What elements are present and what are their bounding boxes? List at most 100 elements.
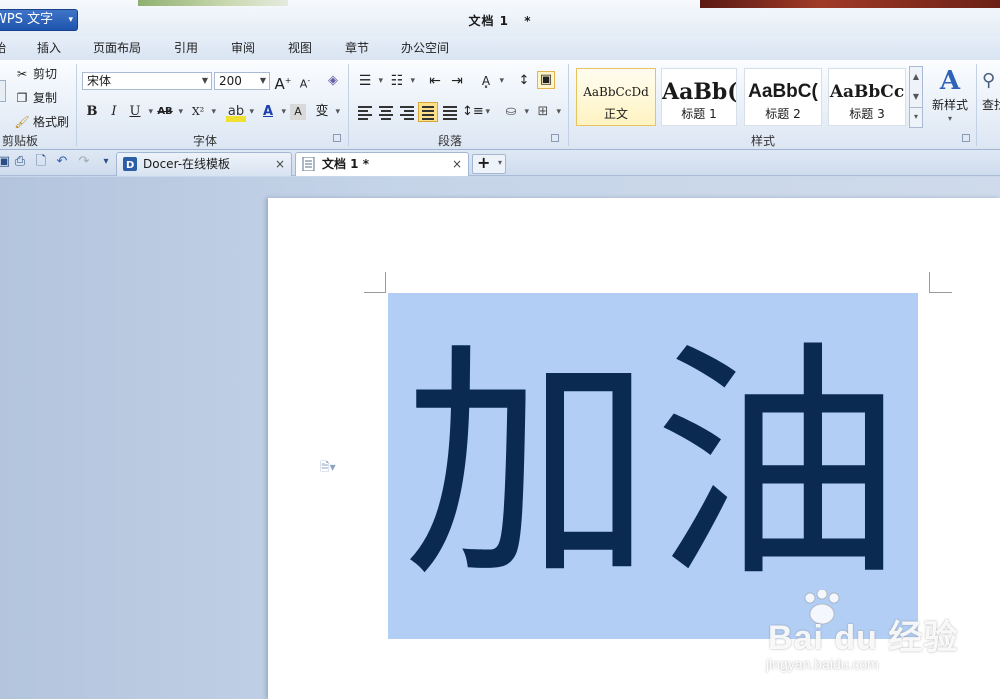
document-icon — [302, 157, 315, 171]
font-color-button[interactable]: A — [258, 102, 286, 122]
bold-button[interactable]: B — [82, 102, 102, 122]
redo-icon[interactable]: ↷ — [76, 154, 92, 170]
styles-dialog-launcher-icon[interactable] — [962, 134, 970, 142]
clipboard-group-label: 剪贴板 — [1, 134, 38, 148]
find-button[interactable]: ⚲ 查找 — [982, 66, 1000, 130]
superscript-button[interactable]: X² — [188, 102, 216, 122]
strikethrough-button[interactable]: AB — [155, 102, 183, 122]
docer-icon: D — [123, 157, 137, 171]
print-icon[interactable]: ⎙ — [12, 154, 28, 170]
tab-insert[interactable]: 插入 — [37, 39, 61, 57]
chevron-down-icon: ▼ — [201, 76, 209, 85]
find-label: 查找 — [982, 98, 1000, 112]
font-size-combo[interactable]: 200 ▼ — [214, 72, 270, 90]
paragraph-dialog-launcher-icon[interactable] — [551, 134, 559, 142]
chevron-up-icon[interactable]: ▲ — [910, 67, 922, 87]
line-spacing-icon[interactable]: ↕≡ — [462, 102, 490, 122]
style-sample: AaBbCcDd — [583, 85, 649, 99]
new-style-button[interactable]: A 新样式 ▾ — [928, 66, 972, 130]
show-marks-icon[interactable]: ▣ — [537, 71, 555, 89]
desktop-background-strip — [700, 0, 1000, 8]
font-name-value: 宋体 — [87, 74, 112, 88]
crop-mark — [930, 292, 952, 293]
tab-section[interactable]: 章节 — [345, 39, 369, 57]
tab-home[interactable]: 始 — [0, 39, 6, 57]
quick-access-toolbar: ▣ ⎙ 🗋 ↶ ↷ ▾ D Docer-在线模板 × 文档 1 * × + ▾ — [0, 150, 1000, 176]
italic-button[interactable]: I — [104, 102, 124, 122]
customize-toolbar-icon[interactable]: ▾ — [98, 154, 114, 170]
text-direction-icon[interactable]: A͓ — [476, 71, 504, 91]
font-group-label: 字体 — [192, 134, 217, 148]
print-preview-icon[interactable]: 🗋 — [33, 154, 49, 170]
plus-icon: + — [477, 153, 491, 172]
close-icon[interactable]: × — [275, 153, 285, 175]
phonetic-guide-button[interactable]: 变 — [312, 102, 340, 122]
new-tab-button[interactable]: + ▾ — [472, 153, 506, 174]
highlight-button[interactable]: ab — [226, 102, 254, 122]
increase-indent-icon[interactable]: ⇥ — [447, 71, 467, 91]
tab-office-space[interactable]: 办公空间 — [401, 39, 449, 57]
expand-styles-icon[interactable]: ▾ — [910, 107, 922, 126]
style-name: 标题 3 — [849, 107, 885, 121]
tab-view[interactable]: 视图 — [288, 39, 312, 57]
group-divider — [76, 64, 77, 146]
style-heading-1[interactable]: AaBb( 标题 1 — [661, 68, 737, 126]
copy-button[interactable]: ❐ 复制 — [14, 88, 57, 108]
tab-page-layout[interactable]: 页面布局 — [93, 39, 141, 57]
document-text[interactable]: 加油 — [388, 293, 918, 639]
style-heading-3[interactable]: AaBbCc 标题 3 — [828, 68, 906, 126]
styles-group-label: 样式 — [750, 134, 775, 148]
align-right-icon[interactable] — [397, 102, 417, 122]
font-name-combo[interactable]: 宋体 ▼ — [82, 72, 212, 90]
align-left-icon[interactable] — [355, 102, 375, 122]
chevron-down-icon[interactable]: ▼ — [910, 87, 922, 107]
paste-icon[interactable] — [0, 80, 6, 102]
scissors-icon: ✂ — [16, 67, 28, 81]
ribbon-tab-bar: 始 插入 页面布局 引用 审阅 视图 章节 办公空间 — [0, 36, 1000, 60]
chevron-down-icon: ▼ — [259, 76, 267, 85]
clear-format-icon[interactable]: ◈ — [323, 71, 343, 91]
tab-label: Docer-在线模板 — [143, 157, 231, 171]
underline-button[interactable]: U — [125, 102, 153, 122]
style-heading-2[interactable]: AaBbC( 标题 2 — [744, 68, 822, 126]
font-dialog-launcher-icon[interactable] — [333, 134, 341, 142]
borders-icon[interactable]: ⊞ — [533, 102, 561, 122]
tab-label: 文档 1 * — [322, 157, 369, 171]
shrink-font-button[interactable]: A- — [295, 71, 315, 91]
tab-document-1[interactable]: 文档 1 * × — [295, 152, 469, 176]
brush-icon: 🖌 — [14, 115, 30, 129]
ribbon: ✂ 剪切 ❐ 复制 🖌 格式刷 剪贴板 宋体 ▼ 200 ▼ A+ A- ◈ B I … — [0, 60, 1000, 150]
style-normal[interactable]: AaBbCcDd 正文 — [576, 68, 656, 126]
save-icon[interactable]: ▣ — [0, 154, 12, 170]
style-name: 标题 1 — [681, 107, 717, 121]
decrease-indent-icon[interactable]: ⇤ — [425, 71, 445, 91]
group-divider — [568, 64, 569, 146]
distributed-align-icon[interactable] — [440, 102, 460, 122]
style-sample: AaBbC( — [748, 81, 818, 102]
window-title: 文档 1 * — [0, 12, 1000, 29]
close-icon[interactable]: × — [452, 153, 462, 175]
text-selection[interactable]: 加油 — [388, 293, 918, 639]
copy-label: 复制 — [33, 91, 58, 105]
grow-font-button[interactable]: A+ — [273, 71, 293, 93]
format-painter-button[interactable]: 🖌 格式刷 — [14, 112, 69, 132]
character-shading-button[interactable]: A — [290, 104, 306, 120]
tab-docer-templates[interactable]: D Docer-在线模板 × — [116, 152, 292, 176]
numbered-list-icon[interactable]: ☷ — [387, 71, 415, 91]
bullet-list-icon[interactable]: ☰ — [355, 71, 383, 91]
justify-icon[interactable] — [418, 102, 438, 122]
align-center-icon[interactable] — [376, 102, 396, 122]
copy-icon: ❐ — [16, 91, 28, 105]
paragraph-layout-icon[interactable]: 🗎▾ — [320, 458, 344, 474]
group-divider — [976, 64, 977, 146]
cut-button[interactable]: ✂ 剪切 — [14, 64, 57, 84]
binoculars-icon: ⚲ — [982, 70, 996, 91]
tab-review[interactable]: 审阅 — [231, 39, 255, 57]
shading-bucket-icon[interactable]: ⛀ — [501, 102, 529, 122]
document-title: 文档 1 — [468, 14, 510, 28]
title-bar: WPS 文字 ▾ 文档 1 * — [0, 0, 1000, 36]
sort-icon[interactable]: ↕ — [514, 71, 534, 91]
tab-references[interactable]: 引用 — [174, 39, 198, 57]
styles-scrollbar[interactable]: ▲ ▼ ▾ — [909, 66, 923, 128]
undo-icon[interactable]: ↶ — [54, 154, 70, 170]
